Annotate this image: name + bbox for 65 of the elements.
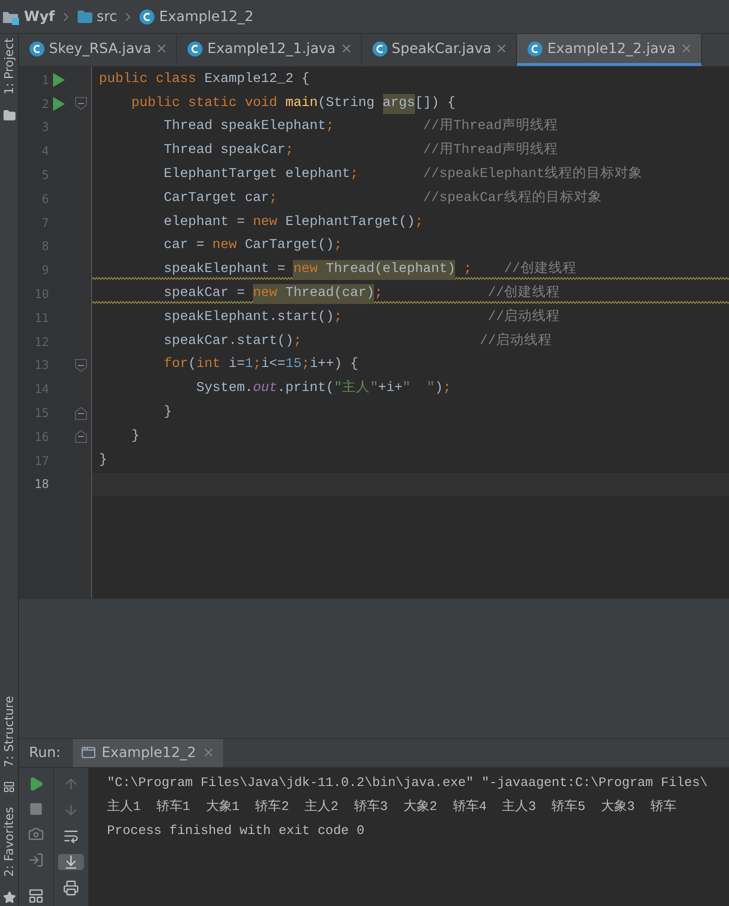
run-icon[interactable] (53, 96, 65, 111)
wrap-icon (63, 828, 79, 844)
console-line: 主人1 轿车1 大象1 轿车2 主人2 轿车3 大象2 轿车4 主人3 轿车5 大象3 轿车 (107, 798, 678, 816)
code-line: elephant = new ElephantTarget(); (162, 214, 424, 232)
fold-icon[interactable] (75, 358, 87, 372)
code-line: ElephantTarget elephant; //speakElephant线程的目标对象 (162, 165, 644, 184)
console-line: "C:\Program Files\Java\jdk-11.0.2\bin\java.exe" "-javaagent:C:\Program Files\ (107, 774, 709, 792)
fold-icon[interactable] (75, 406, 87, 420)
tab-label: Example12_2.java (547, 40, 676, 56)
tab-label: Example12_1.java (207, 40, 336, 56)
code-line: Thread speakCar; //用Thread声明线程 (162, 141, 559, 160)
breadcrumb-item[interactable]: Wyf (24, 8, 55, 24)
line-number: 18 (34, 477, 49, 492)
scroll-to-end-button[interactable] (58, 854, 84, 870)
class-icon (139, 8, 156, 24)
class-icon (372, 40, 388, 56)
code-line: } (98, 452, 108, 470)
console-line: Process finished with exit code 0 (107, 822, 366, 840)
structure-icon[interactable] (3, 781, 15, 794)
breadcrumb-item[interactable]: Example12_2 (159, 8, 254, 24)
editor-tab[interactable]: Skey_RSA.java (19, 34, 178, 66)
star-icon[interactable] (2, 891, 16, 904)
scroll-to-end-icon (63, 854, 79, 870)
close-icon[interactable] (680, 42, 693, 55)
tool-window-tab[interactable]: 2: Favorites (2, 807, 16, 877)
code-line: speakCar.start(); //启动线程 (162, 332, 553, 351)
code-line: System.out.print("主人"+i+" "); (195, 378, 452, 398)
run-label: Run: (28, 744, 62, 760)
editor-tab[interactable]: Example12_2.java (517, 34, 702, 66)
code-line: car = new CarTarget(); (162, 237, 344, 256)
tool-window-tab[interactable]: 1: Project (2, 38, 16, 95)
console-icon (80, 745, 96, 760)
enter-icon (28, 852, 44, 868)
class-icon (527, 40, 544, 56)
class-icon (187, 40, 204, 56)
breadcrumb-item[interactable]: src (96, 8, 118, 24)
tool-window-tab[interactable]: 7: Structure (2, 696, 16, 768)
layout-icon (28, 888, 44, 904)
camera-icon (28, 826, 44, 842)
play-icon (28, 776, 44, 792)
folder-icon (76, 8, 93, 24)
close-icon[interactable] (495, 42, 508, 55)
printer-icon (63, 880, 79, 896)
tab-label: Skey_RSA.java (49, 40, 152, 56)
stop-icon (29, 802, 43, 816)
code-line: } (130, 428, 141, 446)
close-icon[interactable] (340, 42, 353, 55)
code-line: CarTarget car; //speakCar线程的目标对象 (162, 189, 604, 208)
close-icon[interactable] (155, 42, 168, 55)
code-line: Thread speakElephant; //用Thread声明线程 (162, 117, 559, 136)
run-icon[interactable] (53, 72, 65, 87)
code-line: for(int i=1;i<=15;i++) { (162, 356, 360, 374)
run-tab[interactable]: Example12_2 (72, 738, 224, 766)
class-icon (29, 40, 45, 56)
tab-label: Example12_2 (102, 744, 196, 760)
tab-label: SpeakCar.java (392, 40, 492, 56)
editor-tab[interactable]: Example12_1.java (177, 34, 362, 66)
folder-icon[interactable] (2, 108, 16, 122)
code-line: public class Example12_2 { (98, 70, 311, 89)
fold-icon[interactable] (75, 97, 87, 110)
fold-icon[interactable] (75, 430, 87, 444)
close-icon[interactable] (202, 746, 216, 759)
code-line: speakElephant.start(); //启动线程 (162, 308, 562, 327)
code-line: public static void main(String args[]) { (92, 92, 729, 116)
code-line: } (162, 404, 173, 422)
